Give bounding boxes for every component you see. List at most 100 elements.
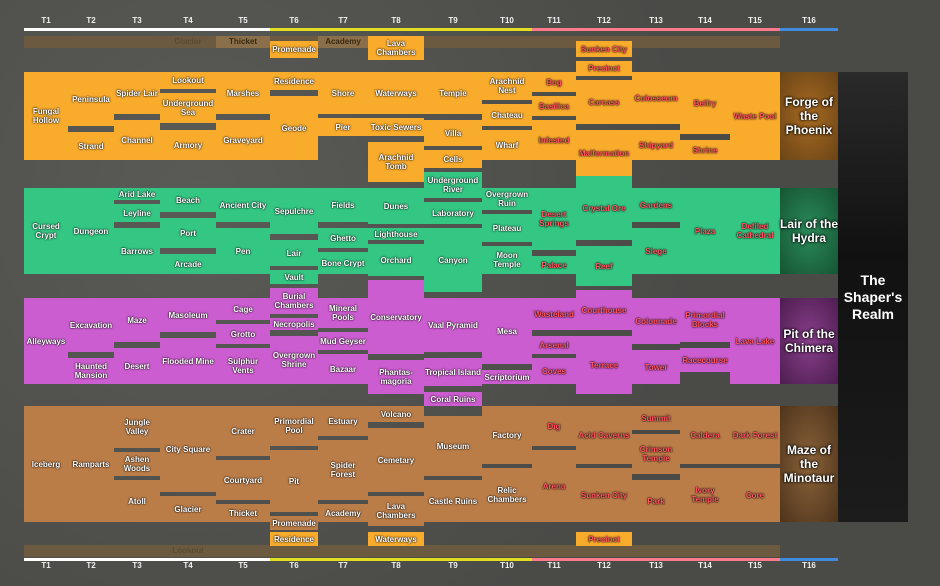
map-promenade-top[interactable]: Promenade [270,41,318,58]
map-estuary[interactable]: Estuary [318,406,368,436]
map-channel[interactable]: Channel [114,120,160,160]
map-ghetto[interactable]: Ghetto [318,228,368,248]
map-maze[interactable]: Maze [114,298,160,342]
map-reef[interactable]: Reef [576,246,632,286]
map-vaal-pyramid[interactable]: Vaal Pyramid [424,298,482,352]
map-fields[interactable]: Fields [318,188,368,222]
map-coves[interactable]: Coves [532,358,576,384]
guardian-map-3[interactable]: Pit of the Chimera [780,298,838,384]
map-pit[interactable]: Pit [270,450,318,512]
map-toxic-sewers[interactable]: Toxic Sewers [368,118,424,136]
map-shipyard[interactable]: Shipyard [632,130,680,160]
map-sulphur-vents[interactable]: Sulphur Vents [216,348,270,384]
map-mud-geyser[interactable]: Mud Geyser [318,332,368,350]
map-primordial-blocks[interactable]: Primordial Blocks [680,298,730,342]
map-cemetary[interactable]: Cemetary [368,428,424,492]
map-waterways-bot[interactable]: Waterways [368,532,424,546]
map-haunted-mansion[interactable]: Haunted Mansion [68,358,114,384]
map-residence-bot[interactable]: Residence [270,532,318,546]
map-academy[interactable]: Academy [318,504,368,522]
map-caldera[interactable]: Caldera [680,406,730,464]
map-summit[interactable]: Summit [632,406,680,430]
map-fungal-hollow[interactable]: Fungal Hollow [24,72,68,160]
map-shrine[interactable]: Shrine [680,140,730,160]
map-leyline[interactable]: Leyline [114,204,160,222]
map-terrace[interactable]: Terrace [576,336,632,394]
map-armory[interactable]: Armory [160,130,216,160]
map-colosseum[interactable]: Colosseum [632,72,680,124]
map-underground-river[interactable]: Underground River [424,172,482,198]
map-gardens[interactable]: Gardens [632,188,680,222]
map-waterways-top[interactable]: Waterways [368,72,424,114]
map-ramparts[interactable]: Ramparts [68,406,114,522]
map-coral-ruins[interactable]: Coral Ruins [424,392,482,406]
map-arena[interactable]: Arena [532,450,576,522]
map-port[interactable]: Port [160,218,216,248]
map-arachnid-tomb[interactable]: Arachnid Tomb [368,142,424,182]
map-jungle-valley[interactable]: Jungle Valley [114,406,160,448]
map-crimson-temple[interactable]: Crimson Temple [632,434,680,474]
map-relic-chambers[interactable]: Relic Chambers [482,468,532,522]
guardian-map-2[interactable]: Lair of the Hydra [780,188,838,274]
map-arcade[interactable]: Arcade [160,254,216,274]
map-park[interactable]: Park [632,480,680,522]
map-necropolis[interactable]: Necropolis [270,318,318,330]
map-lava-chambers-bot[interactable]: Lava Chambers [368,496,424,526]
map-tower[interactable]: Tower [632,350,680,384]
map-bog[interactable]: Bog [532,72,576,92]
map-dark-forest[interactable]: Dark Forest [730,406,780,464]
map-temple[interactable]: Temple [424,72,482,114]
map-flooded-mine[interactable]: Flooded Mine [160,338,216,384]
map-belfry[interactable]: Belfry [680,72,730,134]
map-desert[interactable]: Desert [114,348,160,384]
map-dungeon[interactable]: Dungeon [68,188,114,274]
map-courtyard[interactable]: Courtyard [216,460,270,500]
map-ivory-temple[interactable]: Ivory Temple [680,468,730,522]
map-dunes[interactable]: Dunes [368,188,424,224]
map-orchard[interactable]: Orchard [368,244,424,276]
map-defiled-cathedral[interactable]: Defiled Cathedral [730,188,780,274]
map-city-square[interactable]: City Square [160,406,216,492]
map-shore[interactable]: Shore [318,72,368,114]
map-mineral-pools[interactable]: Mineral Pools [318,298,368,328]
map-barrows[interactable]: Barrows [114,228,160,274]
map-palace[interactable]: Palace [532,256,576,274]
map-pier[interactable]: Pier [318,118,368,136]
shaper-realm[interactable]: The Shaper's Realm [838,72,908,522]
map-lookout[interactable]: Lookout [160,72,216,89]
map-lava-chambers-top[interactable]: Lava Chambers [368,36,424,60]
map-sepulchre[interactable]: Sepulchre [270,188,318,234]
map-arsenal[interactable]: Arsenal [532,336,576,354]
map-desert-springs[interactable]: Desert Springs [532,188,576,250]
map-spider-lair[interactable]: Spider Lair [114,72,160,114]
map-marshes[interactable]: Marshes [216,72,270,114]
map-peninsula[interactable]: Peninsula [68,72,114,126]
map-plaza[interactable]: Plaza [680,188,730,274]
map-mesa[interactable]: Mesa [482,298,532,364]
map-lair[interactable]: Lair [270,240,318,266]
map-crater[interactable]: Crater [216,406,270,456]
map-alleyways[interactable]: Alleyways [24,298,68,384]
map-phantasmagoria[interactable]: Phantas-magoria [368,360,424,394]
map-canyon[interactable]: Canyon [424,228,482,292]
map-lighthouse[interactable]: Lighthouse [368,228,424,240]
map-lava-lake[interactable]: Lava Lake [730,298,780,384]
map-underground-sea[interactable]: Underground Sea [160,93,216,123]
map-villa[interactable]: Villa [424,120,482,146]
map-bone-crypt[interactable]: Bone Crypt [318,252,368,274]
map-spider-forest[interactable]: Spider Forest [318,440,368,500]
map-precinct-top[interactable]: Precinct [576,61,632,76]
map-cells[interactable]: Cells [424,150,482,168]
map-colonnade[interactable]: Colonnade [632,298,680,344]
map-ancient-city[interactable]: Ancient City [216,188,270,222]
map-glacier[interactable]: Glacier [160,496,216,522]
map-carcass[interactable]: Carcass [576,80,632,124]
map-excavation[interactable]: Excavation [68,298,114,352]
map-sunken-city-top[interactable]: Sunken City [576,41,632,57]
map-infested[interactable]: Infested [532,120,576,160]
map-pen[interactable]: Pen [216,228,270,274]
map-mausoleum[interactable]: Masoleum [160,298,216,332]
map-wharf[interactable]: Wharf [482,130,532,160]
map-beach[interactable]: Beach [160,188,216,212]
map-courthouse[interactable]: Courthouse [576,290,632,330]
